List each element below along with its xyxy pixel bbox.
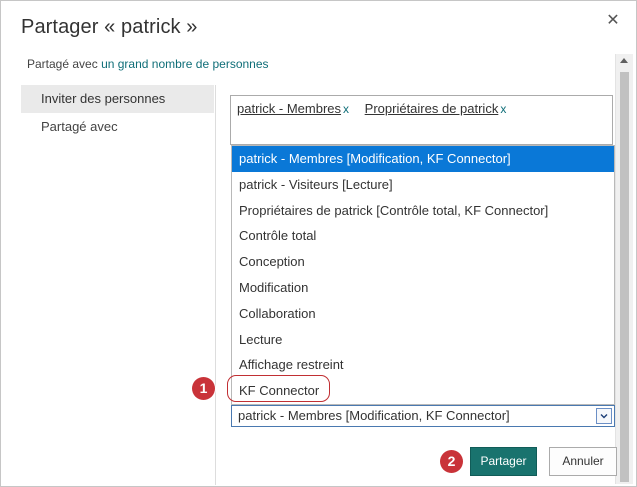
- scrollbar-thumb[interactable]: [620, 72, 629, 482]
- shared-with-prefix: Partagé avec: [27, 57, 98, 71]
- chevron-down-icon: [600, 414, 608, 419]
- remove-token-icon[interactable]: x: [343, 102, 349, 116]
- permission-option[interactable]: Lecture: [232, 327, 614, 353]
- people-token: Propriétaires de patrick: [364, 101, 499, 116]
- permission-option[interactable]: patrick - Membres [Modification, KF Conn…: [232, 146, 614, 172]
- permission-dropdown-list[interactable]: patrick - Membres [Modification, KF Conn…: [231, 145, 615, 405]
- permission-option[interactable]: Contrôle total: [232, 223, 614, 249]
- permission-select[interactable]: patrick - Membres [Modification, KF Conn…: [231, 405, 615, 427]
- callout-badge-2: 2: [440, 450, 463, 473]
- nav-item-shared-with[interactable]: Partagé avec: [21, 113, 214, 141]
- shared-with-summary: Partagé avec un grand nombre de personne…: [27, 57, 269, 71]
- scroll-up-arrow-icon[interactable]: [620, 58, 628, 63]
- people-token: patrick - Membres: [237, 101, 342, 116]
- permission-option[interactable]: Modification: [232, 275, 614, 301]
- permission-option[interactable]: Conception: [232, 249, 614, 275]
- shared-with-link[interactable]: un grand nombre de personnes: [101, 57, 268, 71]
- dialog-title: Partager « patrick »: [21, 16, 198, 38]
- callout-badge-1: 1: [192, 377, 215, 400]
- permission-option[interactable]: Collaboration: [232, 301, 614, 327]
- select-arrow-button[interactable]: [596, 408, 612, 424]
- permission-option[interactable]: Propriétaires de patrick [Contrôle total…: [232, 198, 614, 224]
- cancel-button[interactable]: Annuler: [549, 447, 617, 476]
- side-nav: Inviter des personnes Partagé avec: [21, 85, 214, 141]
- remove-token-icon[interactable]: x: [500, 102, 506, 116]
- vertical-scrollbar[interactable]: [615, 54, 633, 484]
- nav-item-invite[interactable]: Inviter des personnes: [21, 85, 214, 113]
- permission-option[interactable]: patrick - Visiteurs [Lecture]: [232, 172, 614, 198]
- share-dialog: Partager « patrick » ✕ Partagé avec un g…: [0, 0, 637, 487]
- permission-select-value: patrick - Membres [Modification, KF Conn…: [238, 408, 510, 423]
- people-picker-input[interactable]: patrick - Membres x Propriétaires de patr…: [230, 95, 613, 145]
- close-icon[interactable]: ✕: [605, 13, 621, 29]
- panel-divider: [215, 85, 216, 485]
- permission-option[interactable]: Affichage restreint: [232, 352, 614, 378]
- share-button[interactable]: Partager: [470, 447, 537, 476]
- permission-option-kf-connector[interactable]: KF Connector: [232, 378, 614, 404]
